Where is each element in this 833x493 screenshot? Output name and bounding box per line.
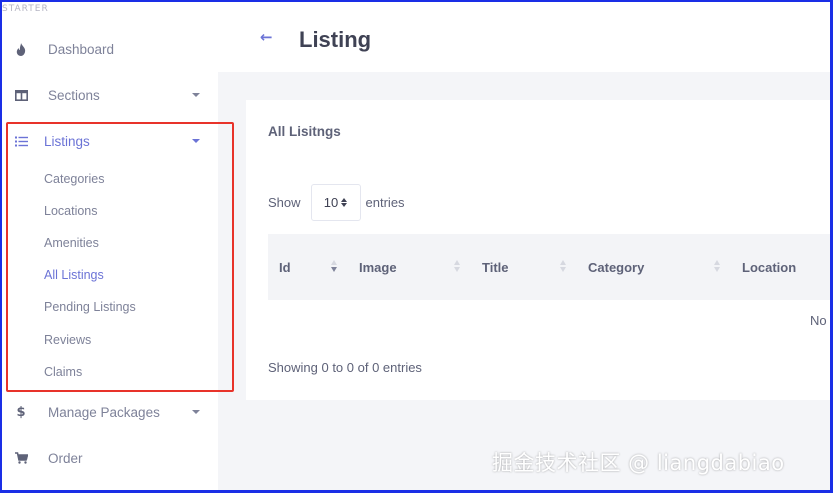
cart-icon	[14, 451, 28, 465]
sort-icon[interactable]	[560, 260, 566, 272]
show-label: Show	[268, 195, 301, 210]
sidebar-item-label: Order	[48, 450, 83, 466]
sidebar-item-order[interactable]: Order	[2, 442, 218, 474]
watermark-text: 掘金技术社区 @ liangdabiao	[492, 451, 785, 475]
table-header: Id Image Title Category Location	[268, 234, 830, 300]
table-info: Showing 0 to 0 of 0 entries	[268, 360, 422, 375]
column-header-category[interactable]: Category	[588, 234, 644, 300]
brand-label: STARTER	[2, 4, 49, 14]
column-header-title[interactable]: Title	[482, 234, 509, 300]
listings-card: All Lisitngs Show 10 entries Id Image Ti…	[246, 100, 830, 400]
page-length-select[interactable]: 10	[310, 184, 361, 221]
table-empty-message: No	[810, 313, 827, 328]
entries-label: entries	[365, 195, 405, 210]
chevron-down-icon	[192, 410, 200, 414]
chevron-down-icon	[192, 93, 200, 97]
sidebar-item-manage-packages[interactable]: $ Manage Packages	[2, 396, 218, 428]
column-header-image[interactable]: Image	[359, 234, 397, 300]
sidebar-item-label: Sections	[48, 87, 100, 103]
sidebar-item-label: Dashboard	[48, 41, 115, 57]
sidebar-item-label: Manage Packages	[48, 404, 160, 420]
page-length-control: Show 10 entries	[268, 184, 405, 221]
sort-icon[interactable]	[714, 260, 720, 272]
page-length-value: 10	[323, 195, 339, 210]
page-header: ← Listing	[218, 2, 830, 72]
columns-icon	[14, 88, 28, 102]
column-header-id[interactable]: Id	[279, 234, 291, 300]
card-title: All Lisitngs	[268, 124, 341, 139]
fire-icon	[14, 42, 28, 56]
sort-icon[interactable]	[331, 260, 337, 272]
back-arrow-icon[interactable]: ←	[260, 28, 273, 46]
dollar-icon: $	[16, 404, 26, 420]
select-arrows-icon	[341, 198, 348, 207]
page-title: Listing	[299, 27, 372, 52]
sidebar-item-dashboard[interactable]: Dashboard	[2, 33, 218, 65]
column-header-location[interactable]: Location	[742, 234, 796, 300]
sidebar-item-sections[interactable]: Sections	[2, 79, 218, 111]
sort-icon[interactable]	[454, 260, 460, 272]
highlight-annotation-box	[6, 122, 234, 392]
